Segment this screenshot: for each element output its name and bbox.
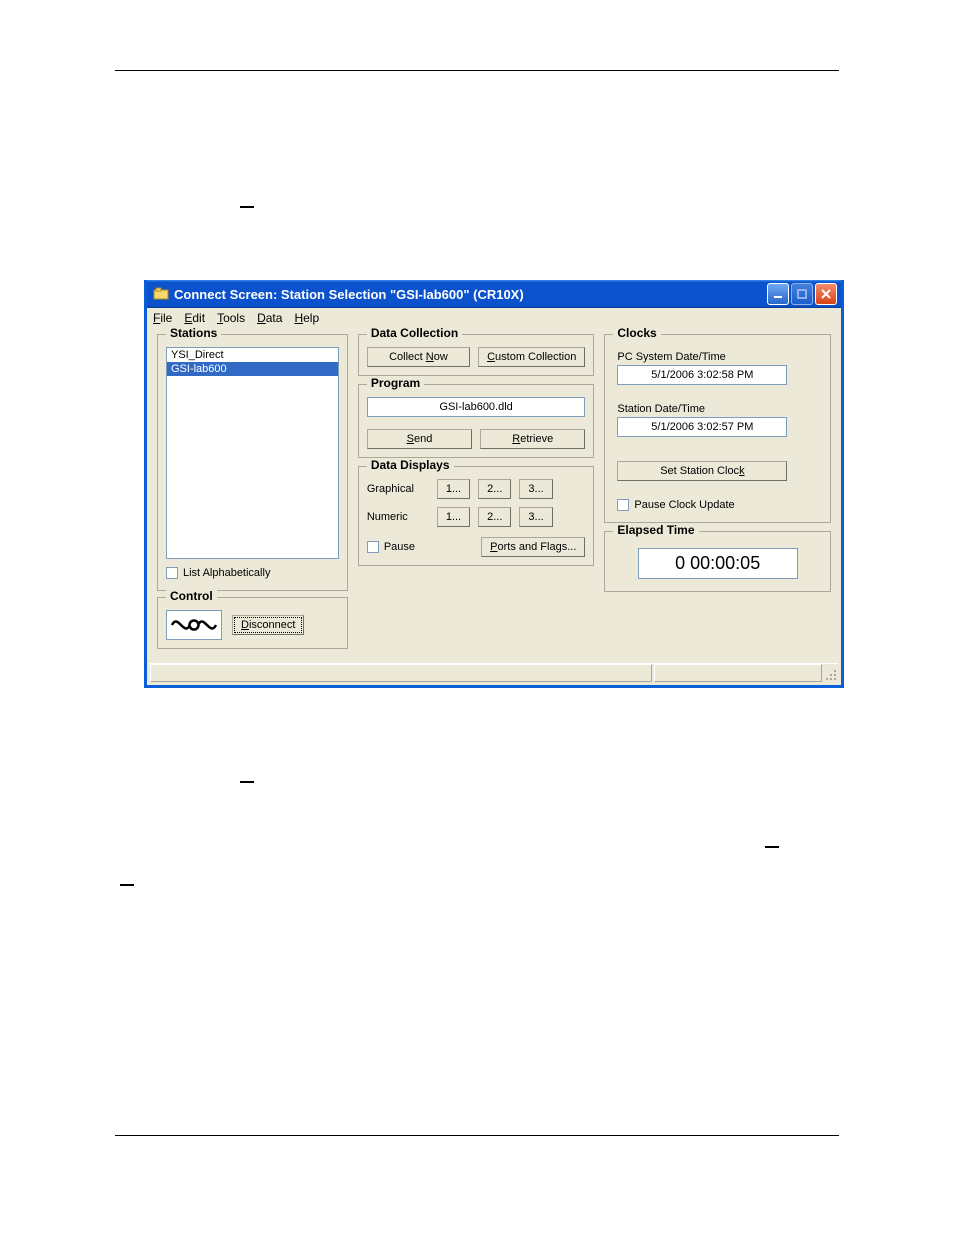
status-cell <box>654 664 823 682</box>
menu-file[interactable]: File <box>153 311 172 325</box>
elapsed-time-group: Elapsed Time 0 00:00:05 <box>604 531 831 592</box>
page-bottom-rule <box>115 1135 839 1136</box>
clocks-group: Clocks PC System Date/Time 5/1/2006 3:02… <box>604 334 831 523</box>
close-button[interactable] <box>815 283 837 305</box>
data-displays-legend: Data Displays <box>367 458 454 472</box>
send-button[interactable]: Send <box>367 429 472 449</box>
stations-group: Stations YSI_Direct GSI-lab600 List Alph… <box>157 334 348 591</box>
checkbox-box <box>367 541 379 553</box>
control-group: Control Disconnect <box>157 597 348 649</box>
control-legend: Control <box>166 589 217 603</box>
data-displays-group: Data Displays Graphical 1... 2... 3... N… <box>358 466 595 566</box>
program-filename: GSI-lab600.dld <box>367 397 586 417</box>
window-title: Connect Screen: Station Selection "GSI-l… <box>174 287 767 302</box>
stray-mark <box>240 781 254 783</box>
list-item[interactable]: GSI-lab600 <box>167 362 338 376</box>
stations-legend: Stations <box>166 326 221 340</box>
app-icon <box>153 286 169 302</box>
station-datetime-value: 5/1/2006 3:02:57 PM <box>617 417 787 437</box>
checkbox-box <box>166 567 178 579</box>
numeric-2-button[interactable]: 2... <box>478 507 511 527</box>
graphical-1-button[interactable]: 1... <box>437 479 470 499</box>
ports-and-flags-button[interactable]: Ports and Flags... <box>481 537 585 557</box>
numeric-3-button[interactable]: 3... <box>519 507 552 527</box>
disconnect-button[interactable]: Disconnect <box>232 615 304 635</box>
numeric-1-button[interactable]: 1... <box>437 507 470 527</box>
custom-collection-button[interactable]: Custom Collection <box>478 347 585 367</box>
set-station-clock-button[interactable]: Set Station Clock <box>617 461 787 481</box>
stray-mark <box>765 846 779 848</box>
program-legend: Program <box>367 376 424 390</box>
retrieve-button[interactable]: Retrieve <box>480 429 585 449</box>
page-top-rule <box>115 70 839 71</box>
left-column: Stations YSI_Direct GSI-lab600 List Alph… <box>157 334 348 657</box>
graphical-label: Graphical <box>367 483 429 495</box>
station-datetime-label: Station Date/Time <box>617 403 822 415</box>
right-column: Clocks PC System Date/Time 5/1/2006 3:02… <box>604 334 831 600</box>
connect-screen-window: Connect Screen: Station Selection "GSI-l… <box>144 280 844 688</box>
menu-data[interactable]: Data <box>257 311 282 325</box>
list-alphabetically-checkbox[interactable]: List Alphabetically <box>166 567 270 579</box>
graphical-2-button[interactable]: 2... <box>478 479 511 499</box>
minimize-button[interactable] <box>767 283 789 305</box>
data-collection-group: Data Collection Collect Now Custom Colle… <box>358 334 595 376</box>
connection-glyph <box>166 610 222 640</box>
collect-now-button[interactable]: Collect Now <box>367 347 470 367</box>
pause-displays-checkbox[interactable]: Pause <box>367 541 415 553</box>
graphical-3-button[interactable]: 3... <box>519 479 552 499</box>
menu-help[interactable]: Help <box>294 311 319 325</box>
client-area: Stations YSI_Direct GSI-lab600 List Alph… <box>147 328 841 685</box>
window-controls <box>767 283 837 305</box>
maximize-button[interactable] <box>791 283 813 305</box>
pause-clock-update-checkbox[interactable]: Pause Clock Update <box>617 499 734 511</box>
checkbox-box <box>617 499 629 511</box>
menu-edit[interactable]: Edit <box>184 311 205 325</box>
menu-tools[interactable]: Tools <box>217 311 245 325</box>
clocks-legend: Clocks <box>613 326 660 340</box>
stations-listbox[interactable]: YSI_Direct GSI-lab600 <box>166 347 339 559</box>
status-cell <box>150 664 652 682</box>
pc-datetime-value: 5/1/2006 3:02:58 PM <box>617 365 787 385</box>
checkbox-label: List Alphabetically <box>183 567 270 579</box>
statusbar <box>150 663 838 682</box>
titlebar[interactable]: Connect Screen: Station Selection "GSI-l… <box>147 280 841 308</box>
menubar: File Edit Tools Data Help <box>147 308 841 328</box>
pc-datetime-label: PC System Date/Time <box>617 351 822 363</box>
elapsed-time-legend: Elapsed Time <box>613 523 698 537</box>
resize-grip-icon[interactable] <box>822 664 838 682</box>
list-item[interactable]: YSI_Direct <box>167 348 338 362</box>
checkbox-label: Pause Clock Update <box>634 499 734 511</box>
elapsed-time-value: 0 00:00:05 <box>638 548 798 579</box>
stray-mark <box>120 884 134 886</box>
checkbox-label: Pause <box>384 541 415 553</box>
numeric-label: Numeric <box>367 511 429 523</box>
middle-column: Data Collection Collect Now Custom Colle… <box>358 334 595 574</box>
stray-mark <box>240 206 254 208</box>
program-group: Program GSI-lab600.dld Send Retrieve <box>358 384 595 458</box>
data-collection-legend: Data Collection <box>367 326 462 340</box>
